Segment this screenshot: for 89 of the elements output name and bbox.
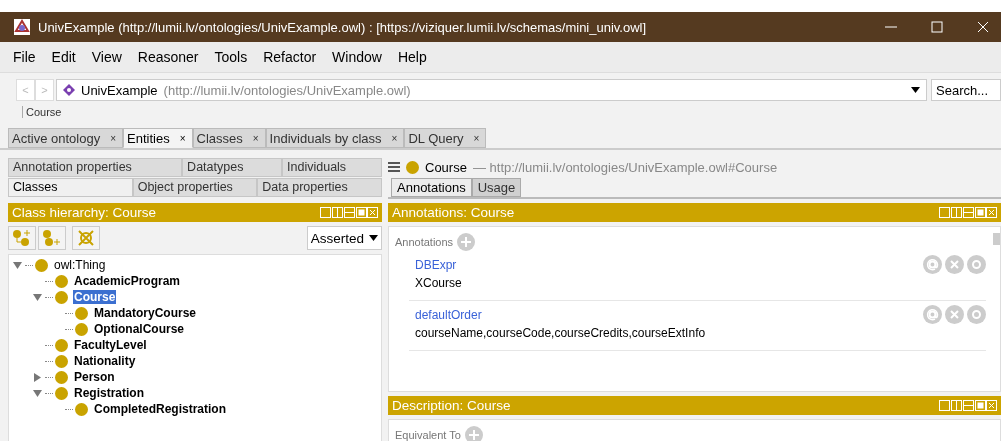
class-icon bbox=[75, 322, 88, 336]
breadcrumb[interactable]: Course bbox=[22, 106, 62, 118]
search-field[interactable]: Search... bbox=[931, 79, 1001, 101]
annotation-value: courseName,courseCode,courseCredits,courseExtInfo bbox=[415, 326, 707, 340]
menu-item[interactable]: Edit bbox=[51, 49, 76, 65]
class-icon bbox=[55, 274, 68, 288]
hierarchy-mode-dropdown[interactable]: Asserted bbox=[306, 226, 382, 250]
menu-icon[interactable] bbox=[388, 162, 400, 172]
edit-icon[interactable] bbox=[967, 255, 986, 274]
window-title: UnivExample (http://lumii.lv/ontologies/UnivExample.owl) : [https://viziquer.lumii.lv/schemas/mini_univ.owl] bbox=[38, 19, 647, 35]
app-logo-icon bbox=[14, 19, 30, 35]
close-tab-icon[interactable]: × bbox=[110, 132, 116, 144]
annotation-property-link[interactable]: defaultOrder bbox=[415, 307, 482, 322]
entity-tab[interactable]: Object properties bbox=[132, 178, 258, 197]
close-tab-icon[interactable]: × bbox=[473, 132, 480, 144]
class-icon bbox=[75, 402, 88, 416]
entity-tab[interactable]: Individuals bbox=[282, 158, 382, 177]
add-sibling-button[interactable] bbox=[38, 226, 66, 250]
close-tab-icon[interactable]: × bbox=[252, 132, 259, 144]
close-icon[interactable] bbox=[977, 21, 989, 33]
entity-tab[interactable]: Annotation properties bbox=[8, 158, 183, 177]
delete-class-button[interactable] bbox=[72, 226, 100, 250]
class-tree-item[interactable]: Nationality bbox=[73, 354, 137, 368]
annotate-icon[interactable] bbox=[923, 255, 942, 274]
expanded-arrow-icon[interactable] bbox=[13, 260, 22, 270]
view-title: Description: Course bbox=[392, 398, 511, 413]
class-icon bbox=[55, 290, 68, 304]
view-controls-icon[interactable] bbox=[320, 207, 378, 218]
workspace-tab[interactable]: Classes × bbox=[192, 128, 266, 148]
workspace-tab[interactable]: Entities × bbox=[123, 128, 193, 148]
class-tree-item[interactable]: MandatoryCourse bbox=[93, 306, 198, 320]
menu-item[interactable]: Help bbox=[397, 49, 427, 65]
annotate-icon[interactable] bbox=[923, 305, 942, 324]
menu-item[interactable]: Window bbox=[332, 49, 382, 65]
view-tab[interactable]: Usage bbox=[471, 178, 522, 197]
entity-iri: — http://lumii.lv/ontologies/UnivExample.owl#Course bbox=[472, 159, 778, 175]
dropdown-arrow-icon bbox=[911, 87, 920, 93]
class-icon bbox=[35, 258, 48, 272]
ontology-dropdown[interactable]: UnivExample (http://lumii.lv/ontologies/UnivExample.owl) bbox=[56, 79, 927, 101]
entity-tab[interactable]: Classes bbox=[8, 178, 133, 197]
delete-icon[interactable] bbox=[945, 305, 964, 324]
entity-name: Course bbox=[425, 159, 467, 175]
class-icon bbox=[55, 386, 68, 400]
menu-item[interactable]: File bbox=[13, 49, 36, 65]
workspace-tab[interactable]: DL Query × bbox=[404, 128, 487, 148]
view-tab[interactable]: Annotations bbox=[391, 178, 472, 197]
class-tree-item[interactable]: owl:Thing bbox=[53, 258, 107, 272]
collapsed-arrow-icon[interactable] bbox=[33, 372, 42, 382]
class-icon bbox=[55, 370, 68, 384]
entity-tab[interactable]: Data properties bbox=[257, 178, 382, 197]
delete-icon[interactable] bbox=[945, 255, 964, 274]
add-icon[interactable] bbox=[457, 233, 476, 251]
menu-item[interactable]: View bbox=[91, 49, 122, 65]
edit-icon[interactable] bbox=[967, 305, 986, 324]
expanded-arrow-icon[interactable] bbox=[33, 292, 42, 302]
section-label: Annotations bbox=[395, 236, 454, 248]
close-tab-icon[interactable]: × bbox=[179, 132, 186, 144]
add-subclass-button[interactable] bbox=[8, 226, 36, 250]
annotation-property-link[interactable]: DBExpr bbox=[415, 257, 457, 272]
section-label: Equivalent To bbox=[395, 429, 461, 441]
class-icon bbox=[55, 338, 68, 352]
add-icon[interactable] bbox=[464, 426, 483, 441]
class-icon bbox=[75, 306, 88, 320]
class-icon bbox=[406, 160, 419, 174]
class-tree-item[interactable]: Registration bbox=[73, 386, 145, 400]
workspace-tab[interactable]: Individuals by class × bbox=[265, 128, 405, 148]
class-tree-item[interactable]: Person bbox=[73, 370, 116, 384]
maximize-icon[interactable] bbox=[931, 21, 943, 33]
menu-item[interactable]: Reasoner bbox=[137, 49, 199, 65]
menu-item[interactable]: Refactor bbox=[263, 49, 317, 65]
view-controls-icon[interactable] bbox=[939, 400, 997, 411]
class-tree-item[interactable]: Course bbox=[73, 290, 117, 304]
dropdown-arrow-icon bbox=[369, 235, 378, 241]
view-title: Class hierarchy: Course bbox=[12, 205, 157, 220]
diamond-icon bbox=[63, 84, 75, 96]
class-icon bbox=[55, 354, 68, 368]
view-title: Annotations: Course bbox=[392, 205, 515, 220]
view-controls-icon[interactable] bbox=[939, 207, 997, 218]
expanded-arrow-icon[interactable] bbox=[33, 388, 42, 398]
close-tab-icon[interactable]: × bbox=[391, 132, 398, 144]
menu-item[interactable]: Tools bbox=[214, 49, 248, 65]
class-tree-item[interactable]: FacultyLevel bbox=[73, 338, 148, 352]
scrollbar-thumb[interactable] bbox=[993, 233, 1000, 245]
workspace-tab[interactable]: Active ontology × bbox=[8, 128, 123, 148]
entity-tab[interactable]: Datatypes bbox=[182, 158, 283, 177]
class-tree-item[interactable]: AcademicProgram bbox=[73, 274, 182, 288]
class-tree-item[interactable]: CompletedRegistration bbox=[93, 402, 227, 416]
class-tree-item[interactable]: OptionalCourse bbox=[93, 322, 185, 336]
annotation-value: XCourse bbox=[415, 276, 463, 290]
